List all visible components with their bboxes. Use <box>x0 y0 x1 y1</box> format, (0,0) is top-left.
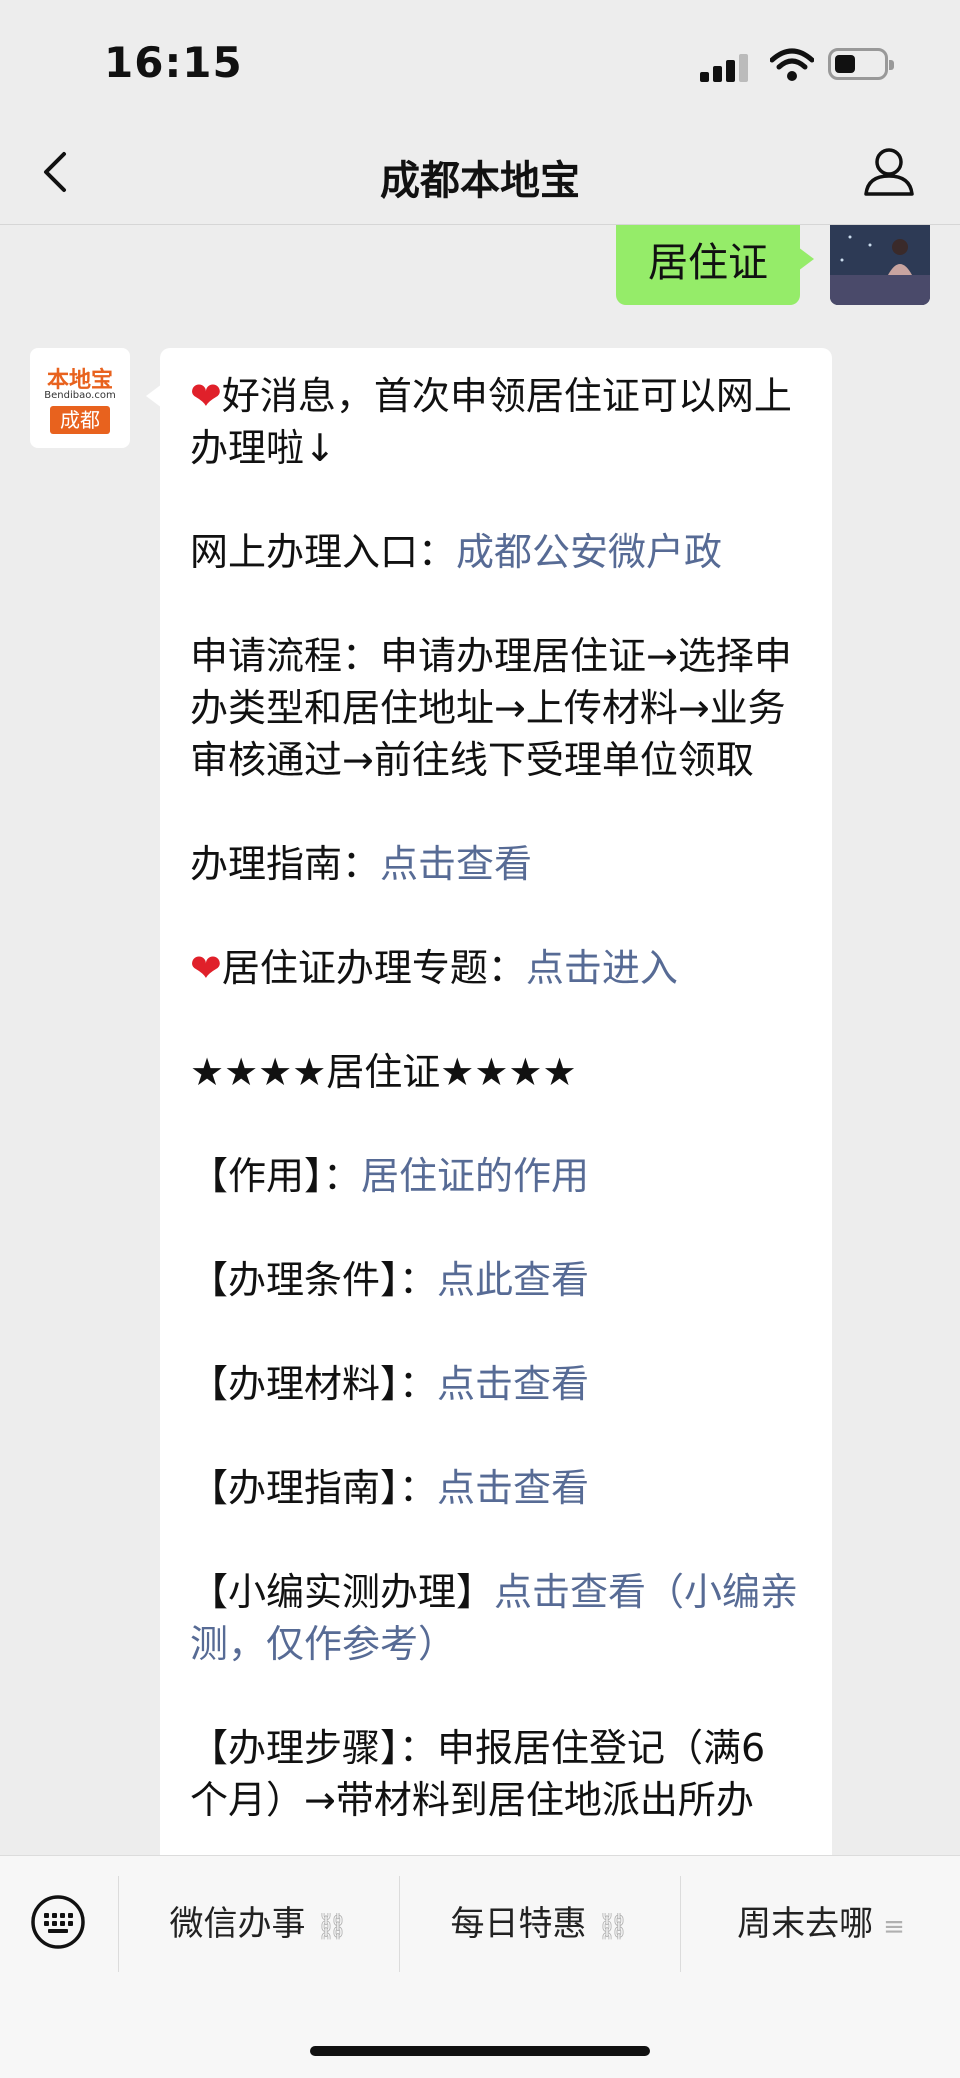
message-line: 【作用】：居住证的作用 <box>190 1154 590 1198</box>
message-line: 【办理条件】：点此查看 <box>190 1258 590 1302</box>
message-line: ★★★★居住证★★★★ <box>190 1050 577 1094</box>
message-line: 申请流程：申请办理居住证→选择申办类型和居住地址→上传材料→业务审核通过→前往线… <box>190 634 792 782</box>
bot-message-bubble: ❤好消息，首次申领居住证可以网上办理啦↓ 网上办理入口：成都公安微户政 申请流程… <box>146 348 832 1855</box>
message-line: ❤好消息，首次申领居住证可以网上办理啦↓ <box>190 374 792 470</box>
cellular-signal-icon <box>700 52 752 82</box>
keyboard-icon[interactable] <box>30 1894 86 1950</box>
message-line: 办理指南：点击查看 <box>190 842 533 886</box>
bot-avatar-domain: Bendibao.com <box>44 390 116 401</box>
user-message-bubble[interactable]: 居住证 <box>616 225 814 305</box>
topic-link[interactable]: 点击进入 <box>526 946 678 990</box>
usage-link[interactable]: 居住证的作用 <box>361 1154 589 1198</box>
page-title: 成都本地宝 <box>380 158 580 204</box>
wifi-icon <box>770 48 814 81</box>
materials-link[interactable]: 点击查看 <box>437 1362 589 1406</box>
message-line: 【办理步骤】：申报居住登记（满6个月）→带材料到居住地派出所办 <box>190 1726 766 1822</box>
nav-bar: 成都本地宝 <box>0 120 960 225</box>
chat-area: 居住证 本地宝 Bendibao.com 成都 ❤好消息，首次申领居住证可以网上… <box>0 225 960 1855</box>
battery-icon <box>828 48 894 80</box>
conditions-link[interactable]: 点此查看 <box>437 1258 589 1302</box>
menu-item-wechat-service[interactable]: 微信办事 ⛓ <box>118 1876 399 1972</box>
user-avatar[interactable] <box>830 225 930 305</box>
guide-link-2[interactable]: 点击查看 <box>437 1466 589 1510</box>
bottom-menu-bar: 微信办事 ⛓ 每日特惠 ⛓ 周末去哪 ≡ <box>0 1855 960 2078</box>
bot-avatar[interactable]: 本地宝 Bendibao.com 成都 <box>30 348 130 448</box>
heart-icon: ❤ <box>190 946 222 990</box>
home-indicator[interactable] <box>310 2046 650 2056</box>
link-icon: ⛓ <box>315 1912 349 1942</box>
guide-link[interactable]: 点击查看 <box>380 842 532 886</box>
status-bar: 16:15 <box>0 0 960 120</box>
heart-icon: ❤ <box>190 374 222 418</box>
profile-icon[interactable] <box>862 144 916 198</box>
status-time: 16:15 <box>104 38 243 87</box>
message-line: 【办理指南】：点击查看 <box>190 1466 590 1510</box>
online-entry-link[interactable]: 成都公安微户政 <box>456 530 722 574</box>
message-line: ❤居住证办理专题：点击进入 <box>190 946 678 990</box>
link-icon: ⛓ <box>596 1912 630 1942</box>
message-line: 【小编实测办理】点击查看（小编亲测，仅作参考） <box>190 1570 799 1666</box>
message-line: 【办理材料】：点击查看 <box>190 1362 590 1406</box>
menu-item-weekend[interactable]: 周末去哪 ≡ <box>680 1876 960 1972</box>
menu-item-daily-deals[interactable]: 每日特惠 ⛓ <box>399 1876 680 1972</box>
bot-avatar-city: 成都 <box>50 406 110 434</box>
menu-icon: ≡ <box>883 1912 905 1942</box>
message-line: 网上办理入口：成都公安微户政 <box>190 530 723 574</box>
